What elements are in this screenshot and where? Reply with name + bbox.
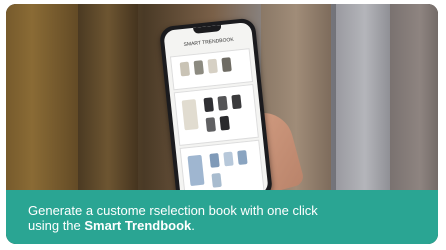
caption-line-2-suffix: . <box>191 218 195 233</box>
caption-banner: Generate a custome rselection book with … <box>6 190 438 244</box>
garment-thumbnail <box>223 151 234 167</box>
garment-thumbnail <box>219 115 230 131</box>
garment-thumbnail <box>237 150 248 165</box>
trendbook-page[interactable] <box>169 48 254 91</box>
caption-line-2-prefix: using the <box>28 218 85 233</box>
model-photo <box>187 154 205 187</box>
promo-card: SMART TRENDBOOK Generate a custome rsele… <box>6 4 438 244</box>
phone-screen: SMART TRENDBOOK <box>163 21 269 190</box>
garment-thumbnail <box>205 117 216 133</box>
caption-line-1: Generate a custome rselection book with … <box>28 203 318 218</box>
product-name: Smart Trendbook <box>84 218 192 233</box>
garment-thumbnail <box>209 152 220 168</box>
caption-text: Generate a custome rselection book with … <box>28 203 428 233</box>
garment-thumbnail <box>207 58 218 74</box>
smartphone: SMART TRENDBOOK <box>158 17 274 190</box>
garment-thumbnail <box>231 94 242 110</box>
model-photo <box>181 99 199 131</box>
garment-thumbnail <box>221 57 232 73</box>
garment-thumbnail <box>203 97 214 113</box>
trendbook-page[interactable] <box>173 83 259 147</box>
hanging-coat <box>6 4 89 190</box>
trendbook-page[interactable] <box>179 139 265 190</box>
phone-notch <box>193 25 222 34</box>
hanging-coat <box>336 4 394 190</box>
hanging-coat <box>78 4 138 190</box>
hanging-coat <box>390 4 438 190</box>
garment-thumbnail <box>179 61 191 77</box>
garment-thumbnail <box>193 60 204 75</box>
garment-thumbnail <box>217 95 228 111</box>
hero-photo: SMART TRENDBOOK <box>6 4 438 190</box>
garment-thumbnail <box>211 172 222 188</box>
